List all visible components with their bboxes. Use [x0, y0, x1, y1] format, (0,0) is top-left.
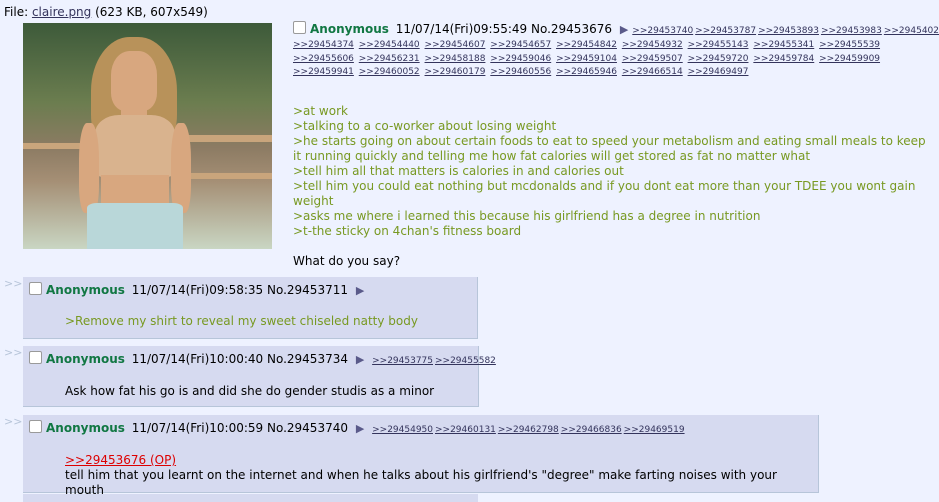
backlink[interactable]: >>29453787	[695, 26, 756, 36]
op-closing-line: What do you say?	[293, 253, 401, 268]
side-arrows: >>	[4, 277, 23, 290]
side-arrows: >>	[4, 415, 23, 428]
poster-name: Anonymous	[46, 421, 125, 435]
backlink[interactable]: >>29459046	[490, 54, 551, 64]
backlink[interactable]: >>29466836	[561, 425, 622, 435]
backlink[interactable]: >>29453740	[632, 26, 693, 36]
reply-post: Anonymous 11/07/14(Fri)10:00:40 No.29453…	[23, 346, 496, 407]
backlink[interactable]: >>29460556	[490, 67, 551, 77]
file-meta: (623 KB, 607x549)	[95, 5, 208, 19]
file-info: File: claire.png (623 KB, 607x549)	[4, 5, 208, 19]
backlink[interactable]: >>29453775	[372, 356, 433, 366]
backlink[interactable]: >>29469497	[688, 67, 749, 77]
reply-post: Anonymous 11/07/14(Fri)10:00:59 No.29453…	[23, 415, 819, 497]
post-number[interactable]: No.29453740	[267, 421, 348, 435]
backlink[interactable]: >>29460179	[425, 67, 486, 77]
backlink[interactable]: >>29462798	[498, 425, 559, 435]
backlink[interactable]: >>29453983	[821, 26, 882, 36]
backlink[interactable]: >>29455606	[293, 54, 354, 64]
backlink[interactable]: >>29454842	[556, 40, 617, 50]
backlink[interactable]: >>29469519	[624, 425, 685, 435]
backlink[interactable]: >>29460052	[359, 67, 420, 77]
post-number[interactable]: No.29453711	[267, 283, 348, 297]
post-menu-arrow-icon[interactable]: ▶	[620, 23, 628, 36]
file-link[interactable]: claire.png	[32, 5, 91, 19]
post-menu-arrow-icon[interactable]: ▶	[356, 353, 364, 366]
greentext-line: >asks me where i learned this because hi…	[293, 208, 761, 223]
backlink[interactable]: >>29456231	[359, 54, 420, 64]
backlink[interactable]: >>29455341	[753, 40, 814, 50]
next-reply-edge	[23, 494, 478, 502]
backlink[interactable]: >>29465946	[556, 67, 617, 77]
backlink[interactable]: >>29458188	[425, 54, 486, 64]
side-arrows: >>	[4, 346, 23, 359]
post-datetime: 11/07/14(Fri)10:00:59	[131, 421, 264, 435]
op-backlinks: >>29454374 >>29454440 >>29454607 >>29454…	[293, 39, 938, 80]
backlink[interactable]: >>29459941	[293, 67, 354, 77]
op-thumbnail[interactable]	[23, 23, 272, 249]
post-datetime: 11/07/14(Fri)09:55:49	[395, 22, 528, 36]
post-menu-arrow-icon[interactable]: ▶	[356, 422, 364, 435]
op-quote-link[interactable]: >>29453676 (OP)	[65, 453, 176, 467]
post-number[interactable]: No.29453676	[531, 22, 612, 36]
poster-name: Anonymous	[46, 352, 125, 366]
reply-checkbox[interactable]	[29, 351, 42, 364]
backlink[interactable]: >>29455582	[435, 356, 496, 366]
backlink[interactable]: >>29454440	[359, 40, 420, 50]
post-datetime: 11/07/14(Fri)10:00:40	[131, 352, 264, 366]
backlink[interactable]: >>29459909	[819, 54, 880, 64]
backlink[interactable]: >>29454607	[425, 40, 486, 50]
backlink[interactable]: >>29460131	[435, 425, 496, 435]
reply-text: Ask how fat his go is and did she do gen…	[65, 384, 435, 398]
greentext-line: >at work	[293, 103, 348, 118]
op-post: Anonymous 11/07/14(Fri)09:55:49 No.29453…	[293, 20, 939, 269]
backlink[interactable]: >>29459507	[622, 54, 683, 64]
greentext-line: >talking to a co-worker about losing wei…	[293, 118, 557, 133]
backlink[interactable]: >>29459720	[688, 54, 749, 64]
op-checkbox[interactable]	[293, 21, 306, 34]
backlink[interactable]: >>29459104	[556, 54, 617, 64]
backlink[interactable]: >>29454932	[622, 40, 683, 50]
greentext-line: >t-the sticky on 4chan's fitness board	[293, 223, 522, 238]
post-datetime: 11/07/14(Fri)09:58:35	[131, 283, 264, 297]
backlink[interactable]: >>29455143	[688, 40, 749, 50]
reply-text: tell him that you learnt on the internet…	[65, 468, 777, 497]
reply-checkbox[interactable]	[29, 420, 42, 433]
poster-name: Anonymous	[46, 283, 125, 297]
backlink[interactable]: >>29453893	[758, 26, 819, 36]
op-body: >at work >talking to a co-worker about lo…	[293, 104, 933, 269]
post-menu-arrow-icon[interactable]: ▶	[356, 284, 364, 297]
file-label: File:	[4, 5, 29, 19]
reply-text: >Remove my shirt to reveal my sweet chis…	[65, 314, 418, 328]
post-number[interactable]: No.29453734	[267, 352, 348, 366]
op-header: Anonymous 11/07/14(Fri)09:55:49 No.29453…	[293, 20, 939, 39]
greentext-line: >he starts going on about certain foods …	[293, 133, 926, 163]
backlink[interactable]: >>29466514	[622, 67, 683, 77]
backlink[interactable]: >>29454374	[293, 40, 354, 50]
backlink[interactable]: >>29455539	[819, 40, 880, 50]
greentext-line: >tell him you could eat nothing but mcdo…	[293, 178, 916, 208]
backlink[interactable]: >>29454950	[372, 425, 433, 435]
greentext-line: >tell him all that matters is calories i…	[293, 163, 624, 178]
reply-checkbox[interactable]	[29, 282, 42, 295]
reply-post: Anonymous 11/07/14(Fri)09:58:35 No.29453…	[23, 277, 478, 339]
backlink[interactable]: >>29459784	[753, 54, 814, 64]
backlink[interactable]: >>29454025	[884, 26, 939, 36]
poster-name: Anonymous	[310, 22, 389, 36]
backlink[interactable]: >>29454657	[490, 40, 551, 50]
